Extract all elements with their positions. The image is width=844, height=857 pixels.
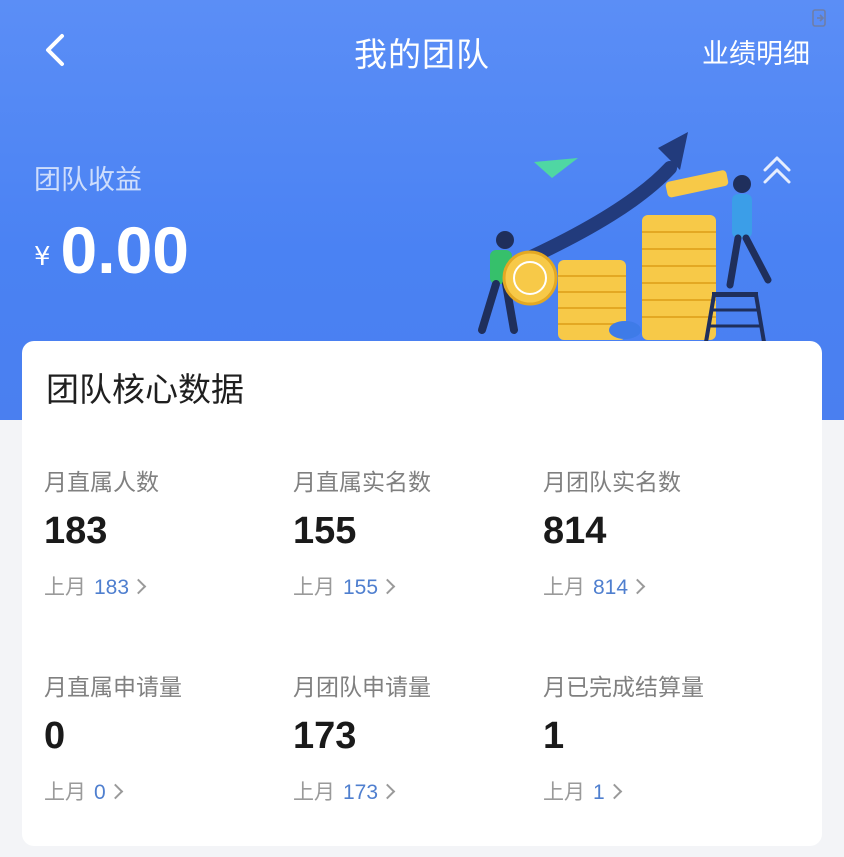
- chevron-right-icon: [606, 783, 622, 800]
- team-core-data-card: 团队核心数据 月直属人数 183 上月 183 月直属实名数 155 上月 155 …: [22, 341, 822, 846]
- last-month-value: 814: [593, 576, 629, 599]
- exit-icon[interactable]: [810, 8, 830, 28]
- metric-monthly-direct-verified: 月直属实名数 155 上月 155: [293, 463, 533, 601]
- metric-label: 月直属实名数: [293, 470, 431, 496]
- metric-value: 0: [44, 715, 66, 757]
- last-month-value: 0: [94, 781, 106, 804]
- last-month-label: 上月: [543, 780, 585, 804]
- metric-label: 月团队实名数: [543, 470, 681, 496]
- team-income-value: 0.00: [60, 213, 190, 287]
- last-month-link[interactable]: 上月 183: [44, 571, 284, 601]
- last-month-value: 183: [94, 576, 130, 599]
- metric-value: 173: [293, 715, 357, 757]
- last-month-link[interactable]: 上月 814: [543, 571, 783, 601]
- currency-symbol: ¥: [34, 242, 51, 272]
- paper-plane-icon: [534, 158, 578, 178]
- metric-label: 月直属申请量: [44, 675, 182, 701]
- chevron-right-icon: [107, 783, 123, 800]
- chevron-right-icon: [629, 578, 646, 595]
- metric-monthly-team-verified: 月团队实名数 814 上月 814: [543, 463, 783, 601]
- metric-monthly-direct-members: 月直属人数 183 上月 183: [44, 463, 284, 601]
- last-month-value: 155: [343, 576, 379, 599]
- metric-monthly-direct-applications: 月直属申请量 0 上月 0: [44, 668, 284, 806]
- team-income-label: 团队收益: [34, 165, 142, 196]
- last-month-value: 173: [343, 781, 379, 804]
- last-month-value: 1: [593, 781, 605, 804]
- metric-value: 183: [44, 510, 108, 552]
- last-month-label: 上月: [44, 575, 86, 599]
- last-month-link[interactable]: 上月 0: [44, 776, 284, 806]
- last-month-link[interactable]: 上月 173: [293, 776, 533, 806]
- metric-value: 1: [543, 715, 565, 757]
- card-title: 团队核心数据: [46, 370, 244, 409]
- chevron-right-icon: [379, 578, 396, 595]
- growth-illustration: [478, 132, 772, 343]
- metric-label: 月团队申请量: [293, 675, 431, 701]
- last-month-label: 上月: [44, 780, 86, 804]
- last-month-label: 上月: [293, 780, 335, 804]
- metric-monthly-team-applications: 月团队申请量 173 上月 173: [293, 668, 533, 806]
- top-bar: 我的团队 业绩明细: [0, 0, 844, 100]
- last-month-link[interactable]: 上月 155: [293, 571, 533, 601]
- last-month-label: 上月: [293, 575, 335, 599]
- metric-label: 月已完成结算量: [543, 675, 704, 701]
- team-income: ¥0.00: [34, 212, 189, 288]
- metric-monthly-completed-settlements: 月已完成结算量 1 上月 1: [543, 668, 783, 806]
- metric-value: 155: [293, 510, 357, 552]
- chevron-right-icon: [379, 783, 396, 800]
- double-chevron-up-icon[interactable]: [760, 152, 794, 188]
- metric-value: 814: [543, 510, 607, 552]
- metric-label: 月直属人数: [44, 470, 159, 496]
- performance-detail-link[interactable]: 业绩明细: [702, 32, 810, 71]
- chevron-right-icon: [130, 578, 147, 595]
- last-month-label: 上月: [543, 575, 585, 599]
- last-month-link[interactable]: 上月 1: [543, 776, 783, 806]
